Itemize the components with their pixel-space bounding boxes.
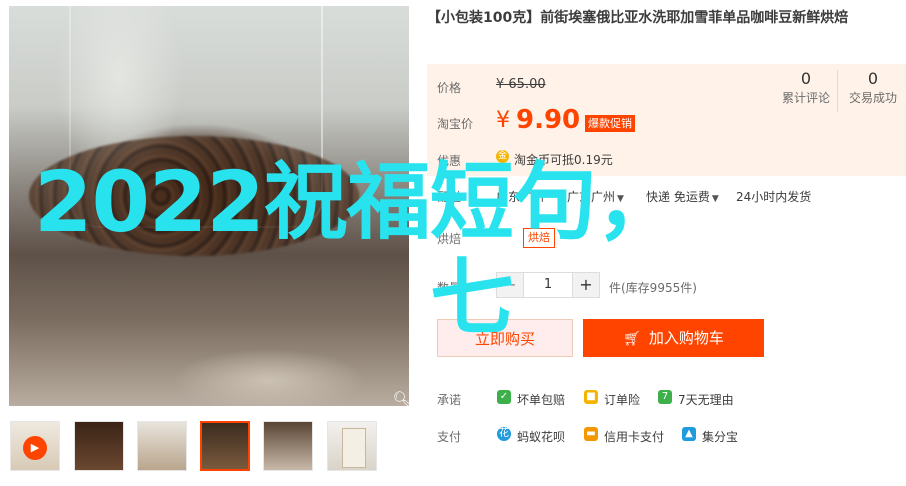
shield-icon: ✓ <box>497 390 511 404</box>
thumbnail-4[interactable] <box>263 421 313 471</box>
thumbnail-1[interactable] <box>74 421 124 471</box>
quantity-input[interactable]: 1 <box>524 273 572 297</box>
seven-day-icon: 7 <box>658 390 672 404</box>
overlay-headline-second-line: 七 <box>430 249 515 347</box>
thumbnail-video[interactable]: ▶ <box>10 421 60 471</box>
original-price: ¥ 65.00 <box>496 77 546 92</box>
promise-item-2[interactable]: 订单险 <box>604 391 640 408</box>
trades-count: 0 <box>867 69 879 88</box>
reviews-stat[interactable]: 0 累计评论 <box>776 69 836 106</box>
add-to-cart-label: 加入购物车 <box>648 329 724 347</box>
payment-item-1[interactable]: 蚂蚁花呗 <box>517 428 565 445</box>
thumbnail-3-selected[interactable] <box>200 421 250 471</box>
add-to-cart-button[interactable]: 🛒︎ 加入购物车 <box>583 319 764 357</box>
promise-label: 承诺 <box>437 393 462 407</box>
current-price: 9.90 <box>516 105 581 135</box>
zoom-search-icon[interactable]: 🔍︎ <box>392 389 409 406</box>
taobao-price-label: 淘宝价 <box>437 117 474 131</box>
trades-label: 交易成功 <box>848 91 897 105</box>
overlay-headline: 2022祝福短句， <box>34 153 680 251</box>
payment-item-3[interactable]: 集分宝 <box>702 428 738 445</box>
promise-item-3[interactable]: 7天无理由 <box>678 391 734 408</box>
reviews-count: 0 <box>800 69 812 88</box>
package-image <box>342 428 366 468</box>
promise-item-1[interactable]: 坏单包赔 <box>517 391 565 408</box>
thumbnail-5[interactable] <box>327 421 377 471</box>
credit-card-icon: ▬ <box>584 427 598 441</box>
promo-badge: 爆款促销 <box>585 115 635 132</box>
play-icon: ▶ <box>23 436 47 460</box>
huabei-icon: 花 <box>497 427 511 441</box>
price-label: 价格 <box>437 81 462 95</box>
stock-text: 件(库存9955件) <box>609 281 697 295</box>
chevron-down-icon: ▼ <box>711 194 719 204</box>
delivery-timing: 24小时内发货 <box>736 190 812 204</box>
thumbnail-2[interactable] <box>137 421 187 471</box>
trades-stat: 0 交易成功 <box>843 69 903 106</box>
payment-item-2[interactable]: 信用卡支付 <box>604 428 664 445</box>
jifen-icon: ▲ <box>682 427 696 441</box>
payment-label: 支付 <box>437 430 462 444</box>
quantity-increase-button[interactable]: + <box>572 273 599 297</box>
currency-symbol: ¥ <box>496 108 510 133</box>
stats-divider <box>837 70 838 112</box>
cart-icon: 🛒︎ <box>623 331 641 347</box>
lock-icon: ■ <box>584 390 598 404</box>
reviews-label: 累计评论 <box>781 91 830 105</box>
product-title: 【小包装100克】前街埃塞俄比亚水洗耶加雪菲单品咖啡豆新鲜烘焙 <box>427 10 849 26</box>
